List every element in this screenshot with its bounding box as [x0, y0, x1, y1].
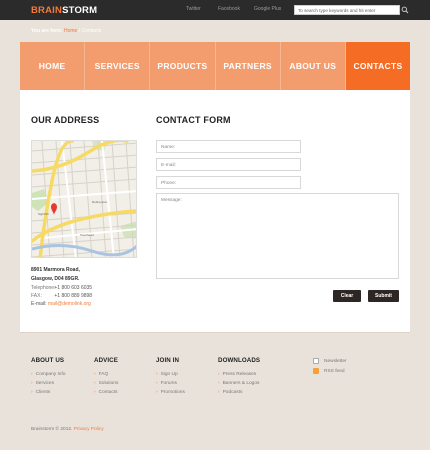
- clear-button[interactable]: Clear: [333, 290, 361, 302]
- submit-button[interactable]: Submit: [368, 290, 399, 302]
- footer-column-title: ABOUT US: [31, 357, 65, 364]
- footer-link[interactable]: › Podcasts: [218, 390, 260, 395]
- address-line-1: 8901 Marmora Road,: [31, 267, 80, 273]
- breadcrumb-label: You are here:: [31, 28, 63, 34]
- privacy-policy-link[interactable]: Privacy Policy: [74, 427, 104, 432]
- main-nav: HOME SERVICES PRODUCTS PARTNERS ABOUT US…: [20, 42, 411, 90]
- location-map[interactable]: Robroyston Sighthill Townhead: [31, 140, 137, 258]
- footer-column-downloads: DOWNLOADS › Press Releases › Banners & Log…: [218, 357, 260, 395]
- telephone-value: +1 800 603 6035: [54, 285, 93, 291]
- breadcrumb: You are here: Home / Contacts: [31, 28, 101, 34]
- email-row: E-mail: mail@demolink.org: [31, 301, 91, 307]
- footer-link[interactable]: › Forums: [156, 381, 185, 386]
- nav-item-home[interactable]: HOME: [20, 42, 86, 90]
- footer-column-join-in: JOIN IN › Sign Up › Forums › Promotions: [156, 357, 185, 395]
- top-link-google-plus[interactable]: Google Plus: [254, 6, 281, 12]
- newsletter-label: Newsletter: [324, 358, 347, 364]
- nav-item-products[interactable]: PRODUCTS: [150, 42, 216, 90]
- copyright-text: Brainstorm © 2012.: [31, 427, 73, 432]
- email-link[interactable]: mail@demolink.org: [48, 301, 91, 307]
- svg-text:Townhead: Townhead: [80, 233, 94, 237]
- top-link-facebook[interactable]: Facebook: [218, 6, 240, 12]
- footer-link[interactable]: › Services: [31, 381, 65, 386]
- email-label: E-mail:: [31, 301, 47, 307]
- breadcrumb-separator: /: [78, 28, 81, 34]
- name-field[interactable]: Name:: [156, 140, 301, 153]
- footer-link[interactable]: › Banners & Logos: [218, 381, 260, 386]
- logo[interactable]: BRAINSTORM: [31, 5, 97, 16]
- telephone-label: Telephone:: [31, 285, 56, 291]
- rss-feed-link[interactable]: RSS feed: [313, 368, 345, 374]
- newsletter-icon: [313, 358, 319, 364]
- logo-part-brain: BRAIN: [31, 5, 63, 16]
- footer-column-advice: ADVICE › FAQ › Solutions › Contacts: [94, 357, 118, 395]
- footer-column-title: ADVICE: [94, 357, 118, 364]
- address-line-2: Glasgow, D04 89GR.: [31, 276, 80, 282]
- logo-part-storm: STORM: [62, 5, 98, 16]
- breadcrumb-current: Contacts: [81, 28, 102, 34]
- map-image: Robroyston Sighthill Townhead: [32, 141, 136, 257]
- breadcrumb-home-link[interactable]: Home: [64, 28, 77, 34]
- top-link-twitter[interactable]: Twitter: [186, 6, 201, 12]
- footer-column-title: DOWNLOADS: [218, 357, 261, 364]
- rss-feed-label: RSS feed: [324, 368, 345, 374]
- footer-link[interactable]: › Press Releases: [218, 372, 260, 377]
- fax-row: FAX: +1 800 889 9898: [31, 293, 92, 299]
- fax-value: +1 800 889 9898: [54, 293, 93, 299]
- newsletter-link[interactable]: Newsletter: [313, 358, 347, 364]
- search-input[interactable]: To search type keywords and hit enter: [294, 5, 400, 15]
- copyright: Brainstorm © 2012. Privacy Policy: [31, 427, 104, 432]
- email-field[interactable]: E-mail:: [156, 158, 301, 171]
- footer-link[interactable]: › Clients: [31, 390, 65, 395]
- rss-icon: [313, 368, 319, 374]
- footer-link[interactable]: › Sign Up: [156, 372, 185, 377]
- address-title: OUR ADDRESS: [31, 115, 100, 125]
- footer-link[interactable]: › Company Info: [31, 372, 65, 377]
- message-field[interactable]: Message:: [156, 193, 399, 279]
- footer-link[interactable]: › Solutions: [94, 381, 118, 386]
- footer-link[interactable]: › Promotions: [156, 390, 185, 395]
- footer-column-title: JOIN IN: [156, 357, 180, 364]
- footer-link[interactable]: › FAQ: [94, 372, 118, 377]
- telephone-row: Telephone: +1 800 603 6035: [31, 285, 92, 291]
- nav-item-services[interactable]: SERVICES: [85, 42, 151, 90]
- phone-field[interactable]: Phone:: [156, 176, 301, 189]
- nav-item-contacts[interactable]: CONTACTS: [345, 42, 411, 90]
- svg-text:Sighthill: Sighthill: [38, 212, 49, 216]
- contact-form-title: CONTACT FORM: [156, 115, 231, 125]
- svg-text:Robroyston: Robroyston: [92, 200, 108, 204]
- fax-label: FAX:: [31, 293, 42, 299]
- search-icon[interactable]: [401, 6, 409, 14]
- footer-link[interactable]: › Contacts: [94, 390, 118, 395]
- nav-item-about-us[interactable]: ABOUT US: [281, 42, 346, 90]
- nav-item-partners[interactable]: PARTNERS: [216, 42, 281, 90]
- footer-column-about-us: ABOUT US › Company Info › Services › Client…: [31, 357, 65, 395]
- footer-divider: [20, 332, 410, 333]
